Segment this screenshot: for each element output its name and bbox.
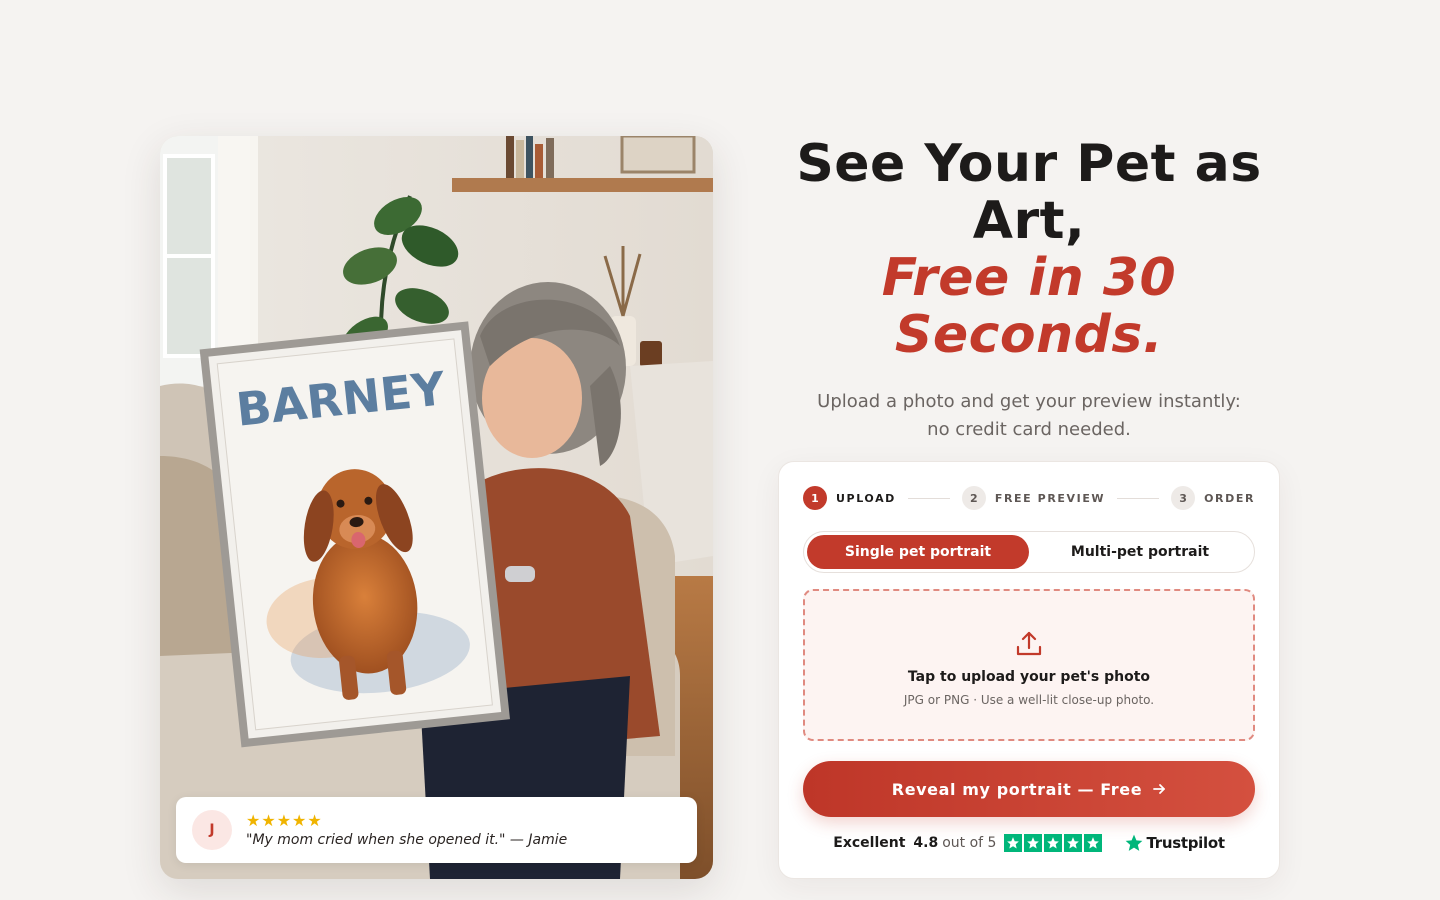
arrow-right-icon [1153, 784, 1166, 794]
star-icon [1084, 834, 1103, 852]
customer-photo: BARNEY [160, 136, 713, 879]
reveal-portrait-button[interactable]: Reveal my portrait — Free [803, 761, 1255, 817]
upload-form-card: 1 UPLOAD 2 FREE PREVIEW 3 ORDER Single p… [778, 461, 1280, 879]
step-divider [1117, 497, 1160, 499]
step-divider [907, 497, 950, 499]
single-pet-option[interactable]: Single pet portrait [807, 535, 1029, 569]
rating-out-of: out of 5 [942, 835, 997, 851]
star-icon [1064, 834, 1083, 852]
step-number: 3 [1171, 486, 1196, 510]
upload-title: Tap to upload your pet's photo [907, 669, 1151, 685]
progress-steps: 1 UPLOAD 2 FREE PREVIEW 3 ORDER [803, 486, 1255, 510]
star-rating-icon: ★★★★★ [246, 811, 323, 830]
testimonial-card: J ★★★★★ "My mom cried when she opened it… [176, 797, 697, 863]
hero-section: See Your Pet as Art, Free in 30 Seconds.… [778, 136, 1280, 444]
title-line-2-accent: Free in 30 Seconds. [881, 248, 1177, 365]
step-number: 2 [961, 486, 986, 510]
title-line-1: See Your Pet as Art, [796, 134, 1262, 251]
upload-hint: JPG or PNG · Use a well-lit close-up pho… [903, 693, 1155, 707]
photo-upload-dropzone[interactable]: Tap to upload your pet's photo JPG or PN… [803, 589, 1255, 741]
star-icon [1004, 834, 1023, 852]
trustpilot-brand: Trustpilot [1146, 834, 1225, 852]
step-order: 3 ORDER [1171, 486, 1255, 510]
portrait-type-toggle: Single pet portrait Multi-pet portrait [803, 531, 1255, 573]
trustpilot-rating: Excellent 4.8 out of 5 Trustpilot [803, 833, 1255, 853]
star-icon [1044, 834, 1063, 852]
rating-score: 4.8 [913, 835, 939, 851]
step-number: 1 [803, 486, 827, 510]
step-upload: 1 UPLOAD [803, 486, 896, 510]
testimonial-quote: "My mom cried when she opened it." — Jam… [246, 832, 568, 848]
hero-photo-card: BARNEY J ★★★★★ "My mom cried when she op… [160, 136, 713, 879]
upload-icon [1016, 631, 1042, 656]
page-title: See Your Pet as Art, Free in 30 Seconds. [778, 136, 1280, 364]
multi-pet-option[interactable]: Multi-pet portrait [1029, 535, 1251, 569]
cta-label: Reveal my portrait — Free [891, 779, 1143, 799]
step-label: UPLOAD [836, 491, 896, 505]
step-free-preview: 2 FREE PREVIEW [961, 486, 1106, 510]
trustpilot-logo[interactable]: Trustpilot [1124, 833, 1225, 853]
trustpilot-stars [1004, 834, 1103, 852]
hero-subtitle: Upload a photo and get your preview inst… [817, 391, 1241, 440]
rating-excellent: Excellent [833, 835, 906, 851]
step-label: FREE PREVIEW [994, 491, 1106, 505]
trustpilot-star-icon [1126, 834, 1143, 851]
avatar: J [192, 810, 232, 850]
step-label: ORDER [1204, 491, 1256, 505]
star-icon [1024, 834, 1043, 852]
